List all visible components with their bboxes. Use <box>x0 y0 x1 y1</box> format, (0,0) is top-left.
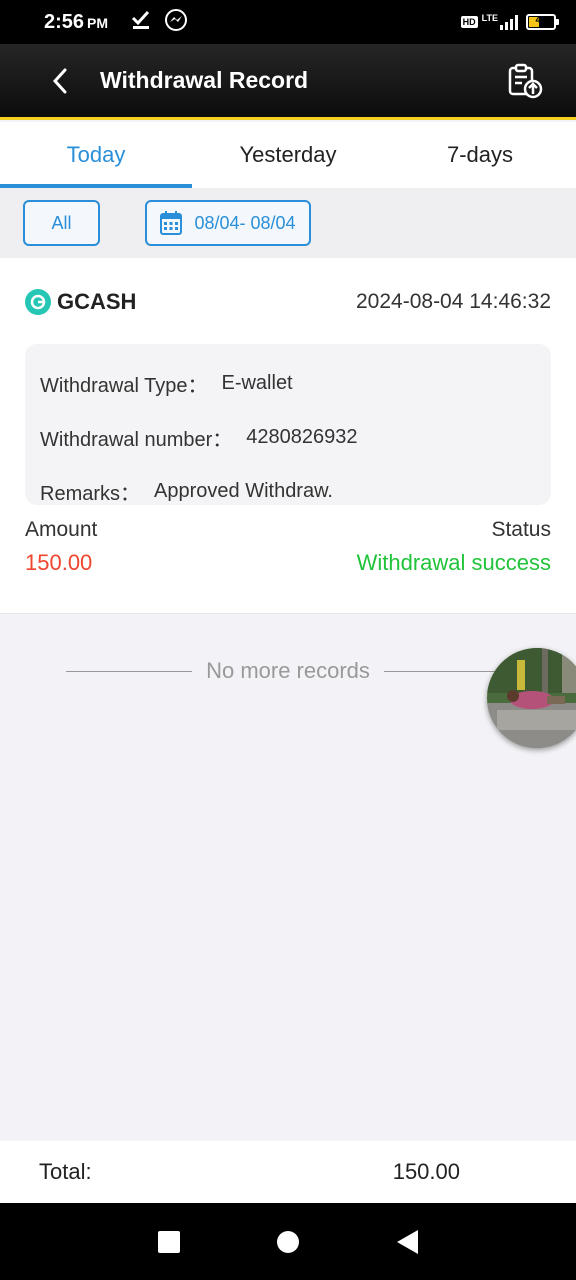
chevron-left-icon <box>52 68 67 93</box>
battery-icon: 41 <box>526 14 559 30</box>
tab-yesterday[interactable]: Yesterday <box>192 122 384 188</box>
triangle-back-icon <box>396 1229 418 1254</box>
divider-line-right <box>383 670 510 672</box>
amount-label: Amount <box>25 518 98 541</box>
status-bar: 2:56 PM HD LTE 41 <box>0 0 576 44</box>
record-details: Withdrawal Type： E-wallet Withdrawal num… <box>25 344 551 505</box>
remarks-label: Remarks： <box>40 482 141 505</box>
circle-icon <box>276 1230 299 1253</box>
calendar-icon <box>160 211 183 235</box>
date-range-button[interactable]: 08/04- 08/04 <box>145 200 311 246</box>
record-datetime: 2024-08-04 14:46:32 <box>356 290 551 313</box>
withdrawal-number-label: Withdrawal number： <box>40 428 233 451</box>
withdrawal-number-row: Withdrawal number： 4280826932 <box>40 410 536 464</box>
records-upload-button[interactable] <box>502 58 548 104</box>
floating-photo-bubble[interactable] <box>487 648 576 748</box>
status-label: Status <box>491 518 551 541</box>
withdrawal-type-row: Withdrawal Type： E-wallet <box>40 356 536 410</box>
provider-name: GCASH <box>57 289 137 314</box>
home-button[interactable] <box>263 1217 313 1267</box>
remarks-row: Remarks： Approved Withdraw. <box>40 464 536 518</box>
total-value: 150.00 <box>392 1159 460 1184</box>
status-value: Withdrawal success <box>356 550 551 575</box>
app-header: Withdrawal Record <box>0 44 576 120</box>
recents-button[interactable] <box>144 1217 194 1267</box>
no-more-records-text: No more records <box>206 658 370 683</box>
system-back-button[interactable] <box>382 1217 432 1267</box>
divider-line-left <box>66 670 193 672</box>
date-range-label: 08/04- 08/04 <box>194 212 296 233</box>
remarks-value: Approved Withdraw. <box>154 479 333 502</box>
messenger-icon <box>164 8 188 37</box>
filter-all-button[interactable]: All <box>23 200 100 246</box>
tab-7-days[interactable]: 7-days <box>384 122 576 188</box>
list-end-divider: No more records <box>66 654 510 688</box>
withdrawal-type-value: E-wallet <box>221 371 293 394</box>
status-time-ampm: PM <box>87 14 109 31</box>
date-tabs: Today Yesterday 7-days <box>0 122 576 188</box>
hd-badge: HD <box>460 16 478 28</box>
signal-icon <box>500 14 518 30</box>
amount-value: 150.00 <box>25 550 93 575</box>
battery-level: 41 <box>535 15 547 26</box>
page-title: Withdrawal Record <box>100 67 309 93</box>
filter-row: All 08/04- 08/04 <box>0 188 576 258</box>
status-time-value: 2:56 <box>44 10 85 33</box>
square-icon <box>158 1230 181 1253</box>
photo-thumbnail-image <box>487 648 576 748</box>
total-label: Total: <box>39 1159 92 1184</box>
gcash-logo-icon <box>25 289 51 315</box>
withdrawal-record-card[interactable]: GCASH 2024-08-04 14:46:32 Withdrawal Typ… <box>0 258 576 614</box>
lte-label: LTE <box>481 13 498 23</box>
clipboard-upload-icon <box>508 63 543 98</box>
back-button[interactable] <box>30 51 90 111</box>
tab-today[interactable]: Today <box>0 122 192 188</box>
download-done-icon <box>130 9 152 36</box>
withdrawal-number-value: 4280826932 <box>246 425 358 448</box>
system-nav-bar <box>0 1203 576 1280</box>
withdrawal-type-label: Withdrawal Type： <box>40 374 208 397</box>
total-bar: Total: 150.00 <box>0 1141 576 1203</box>
status-time: 2:56 PM <box>44 11 108 34</box>
